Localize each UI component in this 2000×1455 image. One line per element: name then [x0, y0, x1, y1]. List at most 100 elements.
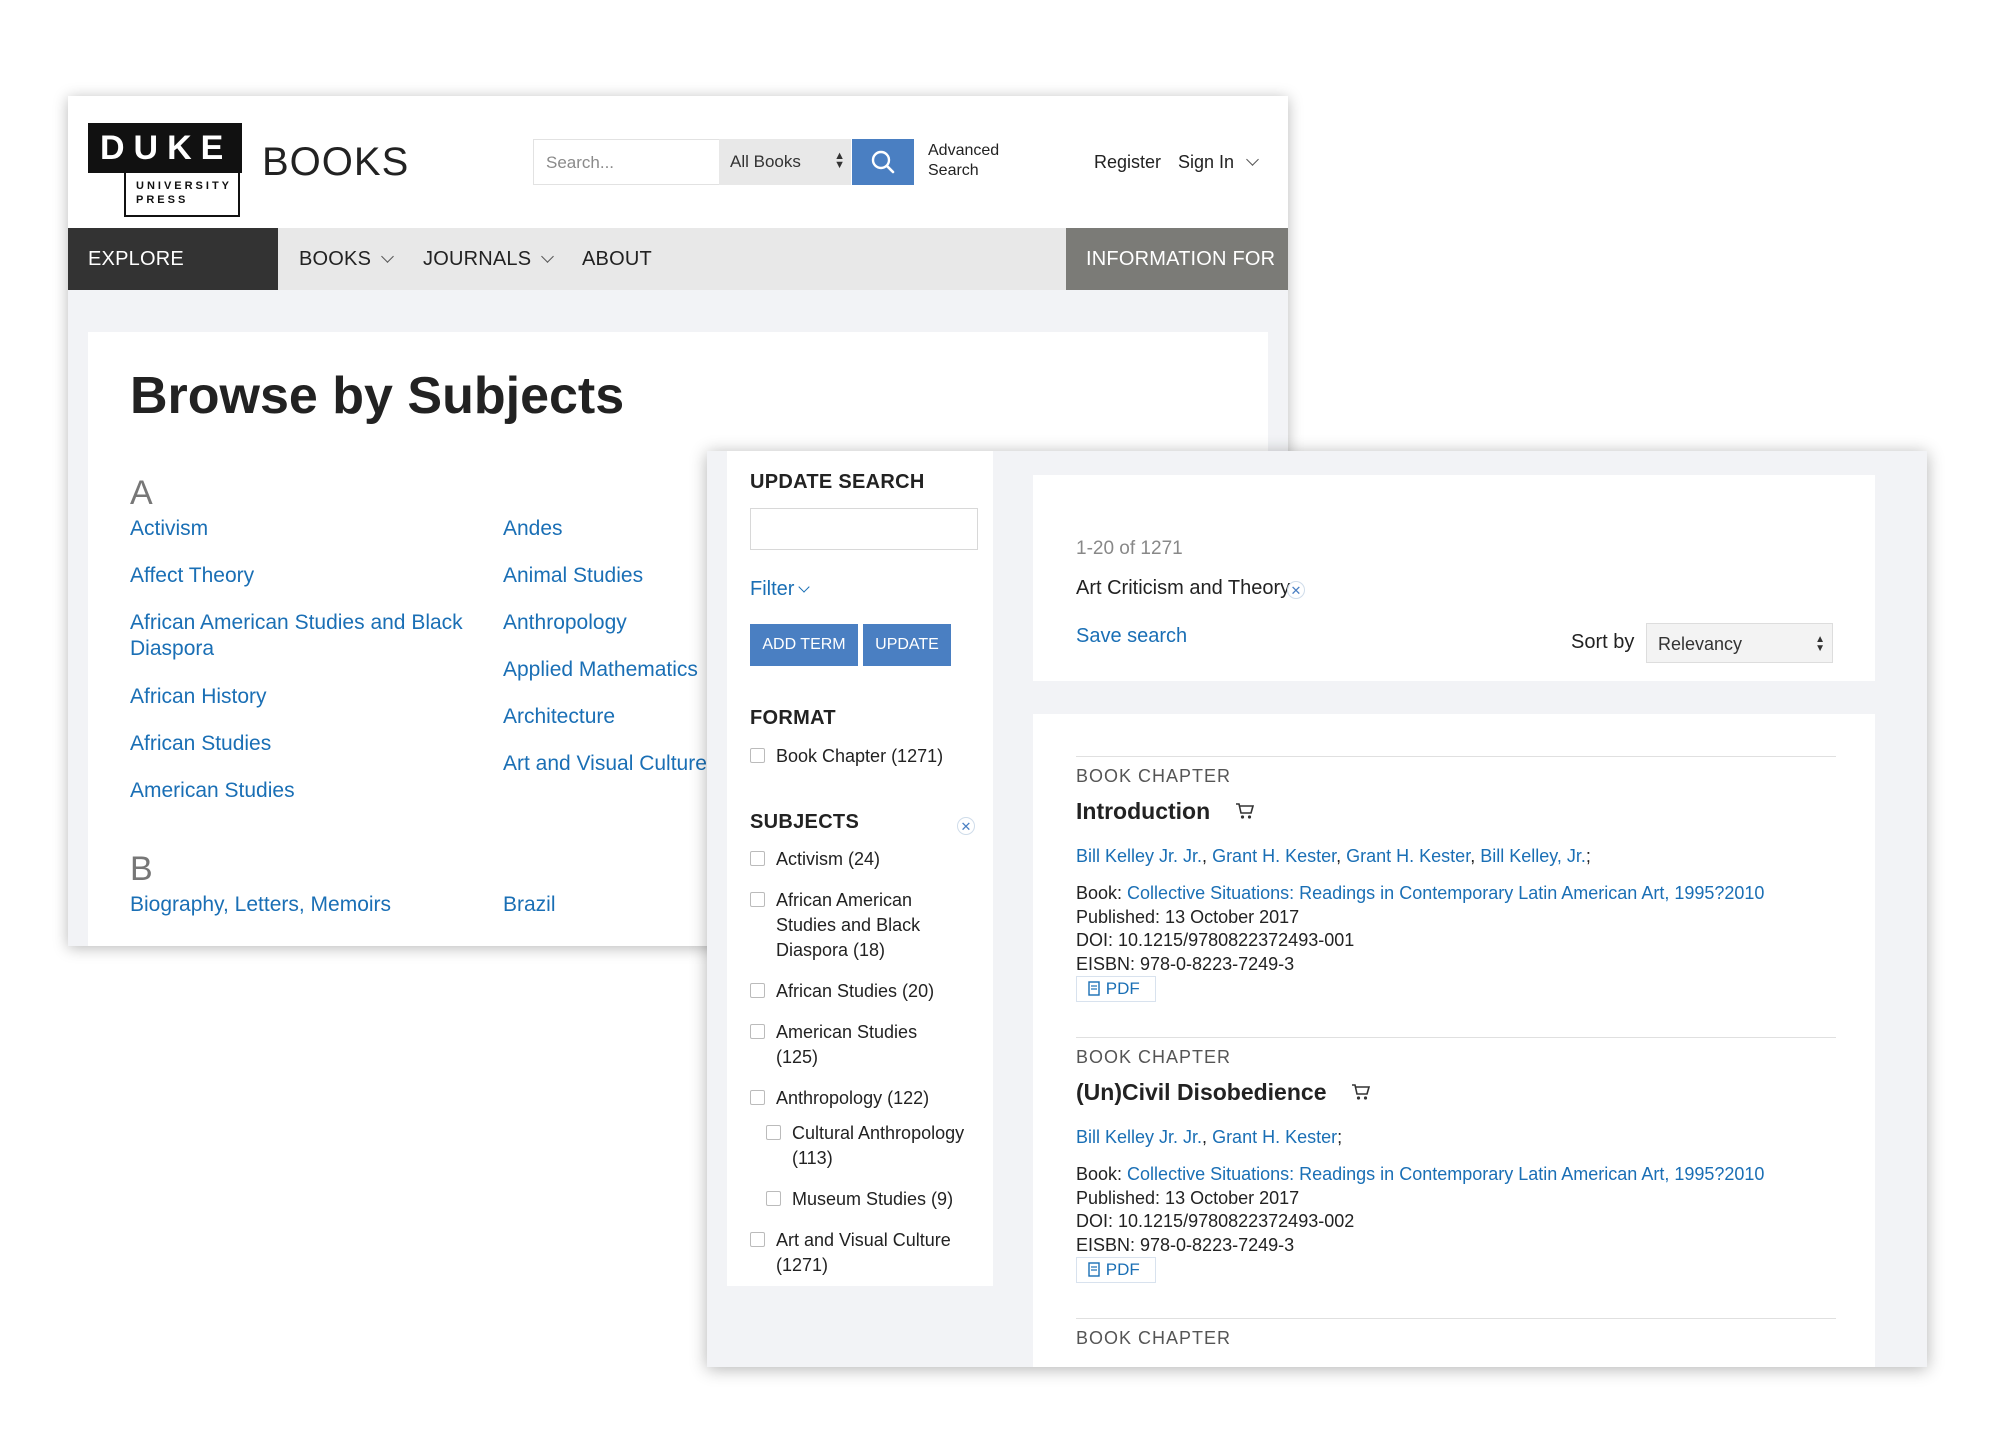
subject-filter-suboption[interactable]: Museum Studies (9) — [766, 1187, 986, 1212]
subject-link[interactable]: Activism — [130, 516, 208, 542]
published-date: Published: 13 October 2017 — [1076, 906, 1300, 927]
cart-icon[interactable] — [1351, 1083, 1371, 1101]
book-link[interactable]: Collective Situations: Readings in Conte… — [1127, 883, 1764, 903]
nav-about[interactable]: ABOUT — [582, 228, 652, 290]
sort-select[interactable]: Relevancy ▲ ▼ — [1646, 623, 1833, 663]
sort-by-label: Sort by — [1571, 631, 1635, 653]
nav-information-for[interactable]: INFORMATION FOR — [1066, 228, 1288, 325]
page-title: Browse by Subjects — [130, 367, 625, 425]
checkbox[interactable] — [750, 983, 765, 998]
subject-filter-option[interactable]: African Studies (20) — [750, 979, 970, 1004]
nav-info-label: INFORMATION FOR — [1086, 248, 1276, 270]
update-search-input[interactable] — [750, 508, 978, 550]
author-link[interactable]: Grant H. Kester — [1346, 846, 1470, 866]
author-link[interactable]: Bill Kelley, Jr. — [1480, 846, 1586, 866]
subject-filter-option[interactable]: Art and Visual Culture (1271) — [750, 1228, 955, 1278]
save-search-link[interactable]: Save search — [1076, 625, 1187, 648]
subject-link[interactable]: African American Studies and Black Diasp… — [130, 610, 470, 662]
site-title[interactable]: BOOKS — [262, 140, 409, 185]
result-type: BOOK CHAPTER — [1076, 1047, 1232, 1067]
pdf-icon — [1088, 1262, 1100, 1277]
subject-link[interactable]: Andes — [503, 516, 563, 542]
results-list-card: BOOK CHAPTER Introduction Bill Kelley Jr… — [1033, 714, 1875, 1367]
update-button[interactable]: UPDATE — [863, 624, 951, 666]
checkbox[interactable] — [750, 851, 765, 866]
checkbox[interactable] — [766, 1125, 781, 1140]
eisbn: EISBN: 978-0-8223-7249-3 — [1076, 953, 1295, 974]
result-type: BOOK CHAPTER — [1076, 766, 1232, 786]
result-title[interactable]: (Un)Civil Disobedience — [1076, 1079, 1371, 1106]
author-link[interactable]: Bill Kelley Jr. Jr. — [1076, 846, 1202, 866]
search-input[interactable]: Search... — [533, 139, 719, 185]
subject-link[interactable]: American Studies — [130, 778, 295, 804]
remove-term-icon[interactable]: ✕ — [1287, 581, 1305, 599]
subject-link[interactable]: Architecture — [503, 704, 615, 730]
eisbn: EISBN: 978-0-8223-7249-3 — [1076, 1234, 1295, 1255]
search-scope-select[interactable]: All Books ▲ ▼ — [719, 139, 851, 185]
author-link[interactable]: Bill Kelley Jr. Jr. — [1076, 1127, 1202, 1147]
subject-link[interactable]: African Studies — [130, 731, 271, 757]
subject-link[interactable]: African History — [130, 684, 267, 710]
subject-link[interactable]: Animal Studies — [503, 563, 643, 589]
subject-link[interactable]: Brazil — [503, 892, 556, 918]
add-term-button[interactable]: ADD TERM — [750, 624, 858, 666]
book-link[interactable]: Collective Situations: Readings in Conte… — [1127, 1164, 1764, 1184]
result-title[interactable]: Introduction — [1076, 798, 1255, 825]
subjects-heading: SUBJECTS — [750, 811, 860, 833]
search-scope-value: All Books — [730, 152, 801, 171]
checkbox[interactable] — [750, 748, 765, 763]
search-button[interactable] — [852, 139, 914, 185]
filter-toggle[interactable]: Filter — [750, 578, 811, 601]
author-link[interactable]: Grant H. Kester — [1212, 1127, 1337, 1147]
subject-link[interactable]: Affect Theory — [130, 563, 254, 589]
clear-subjects-icon[interactable]: ✕ — [957, 817, 975, 835]
checkbox[interactable] — [750, 1024, 765, 1039]
filter-label: Filter — [750, 578, 795, 600]
logo-sub-line1: UNIVERSITY — [136, 180, 233, 192]
subject-link[interactable]: Applied Mathematics — [503, 657, 698, 683]
duke-logo[interactable]: DUKE — [88, 123, 242, 173]
subject-link[interactable]: Biography, Letters, Memoirs — [130, 892, 391, 918]
checkbox[interactable] — [750, 1090, 765, 1105]
author-link[interactable]: Grant H. Kester — [1212, 846, 1336, 866]
subject-filter-option[interactable]: African American Studies and Black Diasp… — [750, 888, 935, 963]
nav-books[interactable]: BOOKS — [299, 228, 395, 290]
book-label: Book: — [1076, 883, 1123, 903]
subject-filter-label: Museum Studies (9) — [792, 1189, 954, 1209]
cart-icon[interactable] — [1235, 802, 1255, 820]
subject-link[interactable]: Art and Visual Culture — [503, 751, 707, 777]
search-icon — [871, 150, 895, 174]
nav-explore-subjects[interactable]: EXPLORE SUBJECTS — [68, 228, 278, 332]
pdf-button[interactable]: PDF — [1076, 1257, 1156, 1283]
subject-link[interactable]: Anthropology — [503, 610, 627, 636]
select-arrows-icon: ▲ ▼ — [834, 150, 845, 171]
advanced-search-link[interactable]: Advanced Search — [928, 141, 999, 181]
doi: DOI: 10.1215/9780822372493-002 — [1076, 1211, 1355, 1231]
search-results-window: UPDATE SEARCH Filter ADD TERM UPDATE FOR… — [707, 451, 1927, 1367]
chevron-down-icon — [541, 250, 555, 263]
register-link[interactable]: Register — [1094, 152, 1161, 173]
format-option[interactable]: Book Chapter (1271) — [750, 744, 970, 769]
checkbox[interactable] — [750, 892, 765, 907]
result-meta: Book: Collective Situations: Readings in… — [1076, 882, 1764, 976]
result-meta: Book: Collective Situations: Readings in… — [1076, 1163, 1764, 1257]
result-authors: Bill Kelley Jr. Jr., Grant H. Kester; — [1076, 1127, 1343, 1147]
sign-in-menu[interactable]: Sign In — [1178, 152, 1259, 173]
subject-filter-suboption[interactable]: Cultural Anthropology (113) — [766, 1121, 966, 1171]
sign-in-label: Sign In — [1178, 152, 1235, 172]
chevron-down-icon — [381, 250, 395, 263]
nav-journals[interactable]: JOURNALS — [423, 228, 555, 290]
result-title-text: Introduction — [1076, 798, 1211, 824]
update-search-heading: UPDATE SEARCH — [750, 471, 925, 493]
subject-filter-option[interactable]: American Studies (125) — [750, 1020, 935, 1070]
subject-filter-option[interactable]: Activism (24) — [750, 847, 970, 872]
subject-filter-option[interactable]: Anthropology (122) — [750, 1086, 970, 1111]
published-date: Published: 13 October 2017 — [1076, 1187, 1300, 1208]
site-header: DUKE UNIVERSITY PRESS BOOKS Search... Al… — [68, 96, 1288, 228]
result-authors: Bill Kelley Jr. Jr., Grant H. Kester, Gr… — [1076, 846, 1591, 866]
checkbox[interactable] — [750, 1232, 765, 1247]
checkbox[interactable] — [766, 1191, 781, 1206]
book-label: Book: — [1076, 1164, 1123, 1184]
subject-filter-label: African Studies (20) — [776, 981, 935, 1001]
pdf-button[interactable]: PDF — [1076, 976, 1156, 1002]
